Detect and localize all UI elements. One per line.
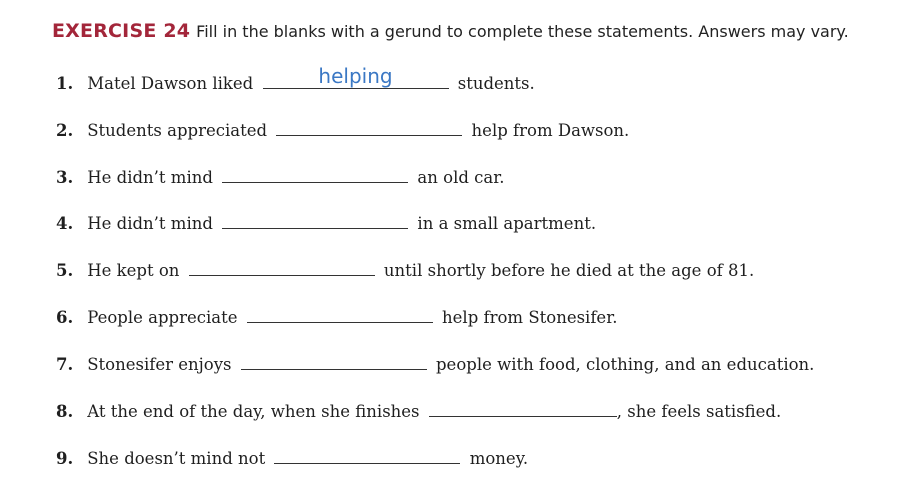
item-text-before: She doesn’t mind not (87, 449, 266, 468)
answer-blank[interactable] (428, 396, 617, 417)
exercise-heading: EXERCISE 24 Fill in the blanks with a ger… (52, 20, 849, 42)
item-text-before: He didn’t mind (87, 214, 213, 233)
answer-blank[interactable] (222, 208, 409, 229)
item-number: 2. (56, 121, 74, 140)
item-text-after: help from Dawson. (471, 121, 630, 140)
item-number: 5. (56, 261, 74, 280)
item-number: 6. (56, 308, 74, 327)
answer-blank[interactable] (246, 302, 433, 323)
item-number: 4. (56, 214, 74, 233)
exercise-item-5: 5. He kept on until shortly before he di… (56, 255, 754, 285)
item-text-after: money. (469, 449, 529, 468)
item-text-before: He didn’t mind (87, 168, 213, 187)
item-text-after: an old car. (417, 168, 505, 187)
item-text-before: People appreciate (87, 308, 238, 327)
exercise-item-9: 9. She doesn’t mind not money. (56, 443, 528, 473)
exercise-instructions: Fill in the blanks with a gerund to comp… (196, 22, 849, 41)
answer-blank[interactable] (188, 255, 375, 276)
exercise-item-7: 7. Stonesifer enjoys people with food, c… (56, 349, 814, 379)
item-number: 1. (56, 74, 74, 93)
exercise-item-1: 1. Matel Dawson liked helping students. (56, 64, 535, 98)
item-number: 3. (56, 168, 74, 187)
item-text-before: Stonesifer enjoys (87, 355, 232, 374)
item-text-after: students. (457, 74, 535, 93)
item-number: 9. (56, 449, 74, 468)
answer-blank[interactable]: helping (262, 64, 449, 89)
item-text-after: in a small apartment. (417, 214, 597, 233)
item-text-before: He kept on (87, 261, 180, 280)
item-text-after: , she feels satisfied. (616, 402, 782, 421)
answer-blank[interactable] (222, 162, 409, 183)
exercise-label: EXERCISE 24 (52, 20, 191, 42)
item-text-after: people with food, clothing, and an educa… (436, 355, 815, 374)
exercise-item-2: 2. Students appreciated help from Dawson… (56, 115, 629, 145)
handwritten-answer: helping (318, 64, 393, 88)
exercise-item-6: 6. People appreciate help from Stonesife… (56, 302, 618, 332)
worksheet-page: EXERCISE 24 Fill in the blanks with a ger… (0, 0, 910, 501)
exercise-item-3: 3. He didn’t mind an old car. (56, 162, 505, 192)
item-number: 8. (56, 402, 74, 421)
exercise-item-4: 4. He didn’t mind in a small apartment. (56, 208, 596, 238)
item-number: 7. (56, 355, 74, 374)
answer-blank[interactable] (274, 443, 461, 464)
item-text-before: Matel Dawson liked (87, 74, 254, 93)
item-text-after: until shortly before he died at the age … (383, 261, 755, 280)
item-text-before: At the end of the day, when she finishes (87, 402, 420, 421)
answer-blank[interactable] (276, 115, 463, 136)
item-text-after: help from Stonesifer. (442, 308, 618, 327)
item-text-before: Students appreciated (87, 121, 268, 140)
answer-blank[interactable] (240, 349, 427, 370)
exercise-item-8: 8. At the end of the day, when she finis… (56, 396, 781, 426)
